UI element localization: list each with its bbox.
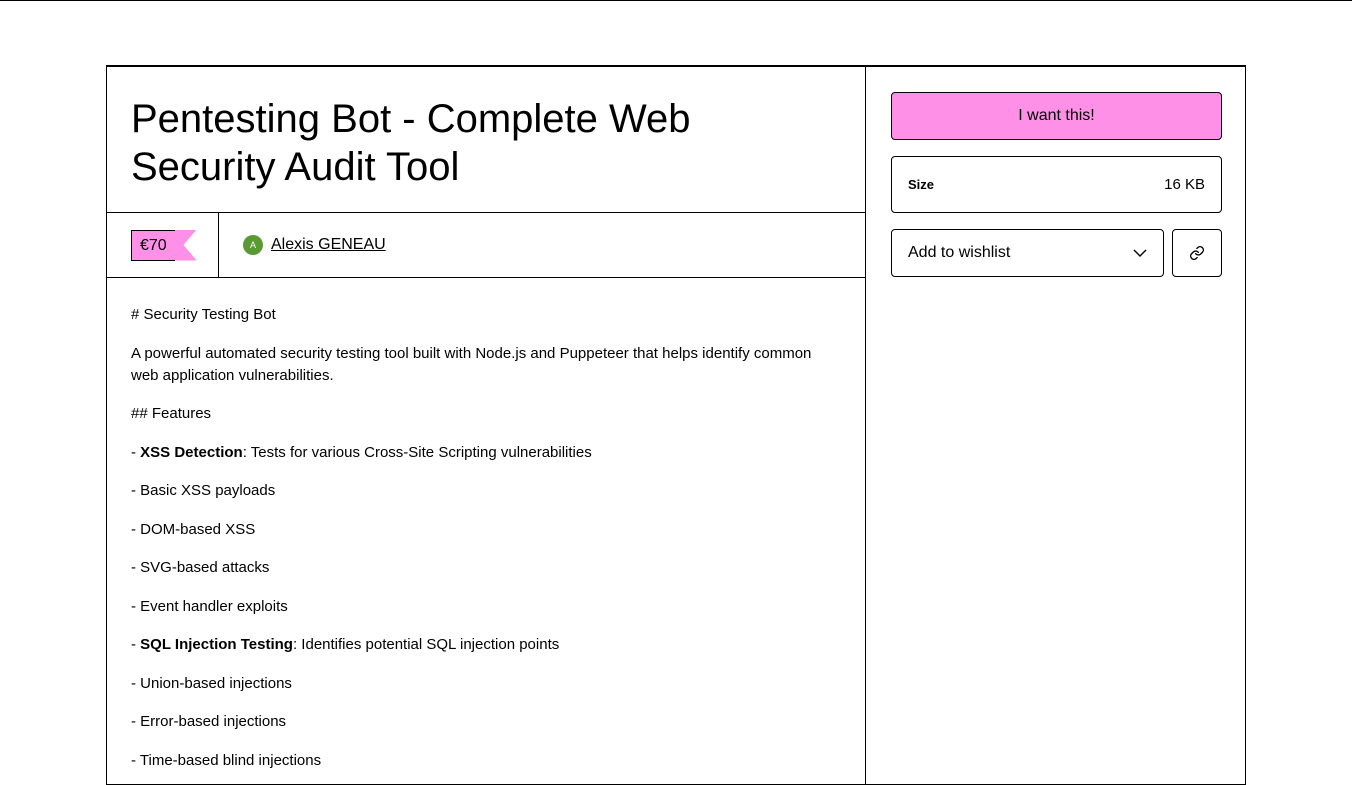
purchase-sidebar: I want this! Size 16 KB Add to wishlist <box>891 92 1222 277</box>
feature-text: : Tests for various Cross-Site Scripting… <box>242 443 592 461</box>
description-paragraph: - Error-based injections <box>131 713 287 730</box>
product-title: Pentesting Bot - Complete Web Security A… <box>107 67 865 213</box>
wishlist-row: Add to wishlist <box>891 229 1222 277</box>
description-paragraph: # Security Testing Bot <box>131 306 276 323</box>
product-meta: €70 A Alexis GENEAU <box>107 213 865 278</box>
description-paragraph: - SQL Injection Testing: Identifies pote… <box>131 636 560 653</box>
chevron-down-icon <box>1133 249 1147 257</box>
link-icon <box>1190 246 1204 260</box>
buy-button[interactable]: I want this! <box>891 92 1222 140</box>
description-paragraph: - SVG-based attacks <box>131 559 270 576</box>
description-paragraph: - DOM-based XSS <box>131 520 256 538</box>
feature-name: SQL Injection Testing <box>140 636 293 653</box>
price-badge: €70 <box>131 229 175 261</box>
description-paragraph: - Event handler exploits <box>131 597 288 615</box>
size-info: Size 16 KB <box>891 156 1222 213</box>
top-border <box>0 0 1352 1</box>
description-paragraph: ## Features <box>131 405 212 422</box>
size-label: Size <box>908 177 935 192</box>
feature-name: XSS Detection <box>140 443 243 461</box>
author-cell: A Alexis GENEAU <box>219 213 386 277</box>
product-description: # Security Testing Bot A powerful automa… <box>107 278 865 772</box>
add-to-wishlist-dropdown[interactable]: Add to wishlist <box>891 229 1164 277</box>
size-value: 16 KB <box>1164 176 1205 193</box>
description-paragraph: - Basic XSS payloads <box>131 482 276 499</box>
price-cell: €70 <box>107 213 219 277</box>
wishlist-label: Add to wishlist <box>908 244 1011 261</box>
author-link[interactable]: Alexis GENEAU <box>271 236 386 254</box>
product-card: Pentesting Bot - Complete Web Security A… <box>106 65 1246 785</box>
copy-link-button[interactable] <box>1172 229 1222 277</box>
description-paragraph: - Union-based injections <box>131 674 292 692</box>
product-main: Pentesting Bot - Complete Web Security A… <box>107 67 866 784</box>
avatar: A <box>243 235 263 255</box>
description-paragraph: - XSS Detection: Tests for various Cross… <box>131 443 592 461</box>
feature-text: : Identifies potential SQL injection poi… <box>292 636 560 653</box>
description-paragraph: - Time-based blind injections <box>131 751 322 769</box>
description-paragraph: A powerful automated security testing to… <box>131 344 812 384</box>
